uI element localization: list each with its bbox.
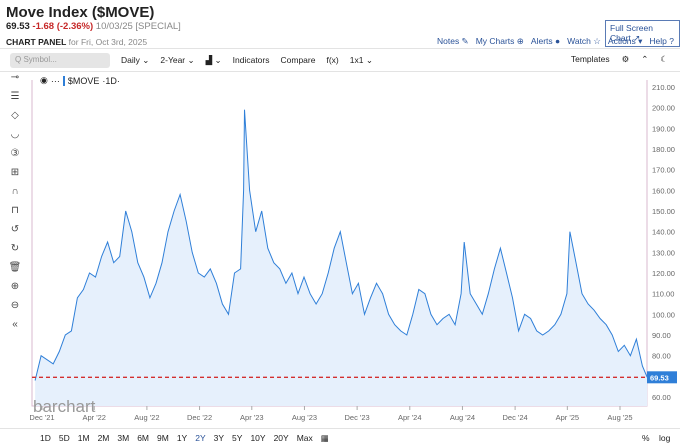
range-5y[interactable]: 5Y xyxy=(232,433,242,444)
redo-icon[interactable]: ↻ xyxy=(11,243,19,262)
barchart-logo: barchart xyxy=(33,397,96,416)
period-dropdown[interactable]: 2-Year ⌄ xyxy=(160,55,194,66)
range-10y[interactable]: 10Y xyxy=(250,433,265,444)
page-title: Move Index ($MOVE) xyxy=(6,4,155,21)
fx-button[interactable]: f(x) xyxy=(326,55,338,65)
x-tick-label: Aug '22 xyxy=(134,413,159,422)
range-max[interactable]: Max xyxy=(297,433,313,444)
zoom-out-icon[interactable]: ⊖ xyxy=(11,300,19,319)
range-9m[interactable]: 9M xyxy=(157,433,169,444)
trash-icon[interactable]: 🗑 xyxy=(9,262,22,281)
x-tick-label: Aug '25 xyxy=(607,413,632,422)
range-20y[interactable]: 20Y xyxy=(274,433,289,444)
alerts-link[interactable]: Alerts ● xyxy=(531,36,560,47)
x-tick-label: Dec '24 xyxy=(503,413,528,422)
log-toggle[interactable]: log xyxy=(659,433,670,443)
number-icon[interactable]: ③ xyxy=(11,148,20,167)
y-tick-label: 200.00 xyxy=(652,104,675,113)
compare-button[interactable]: Compare xyxy=(281,55,316,65)
x-tick-label: Aug '23 xyxy=(292,413,317,422)
curve-icon[interactable]: ◡ xyxy=(11,129,20,148)
range-3y[interactable]: 3Y xyxy=(214,433,224,444)
percent-toggle[interactable]: % xyxy=(642,433,650,443)
range-3m[interactable]: 3M xyxy=(117,433,129,444)
divider xyxy=(0,71,680,72)
price-change: -1.68 (-2.36%) xyxy=(32,21,94,32)
y-tick-label: 120.00 xyxy=(652,269,675,278)
last-value-label: 69.53 xyxy=(650,373,669,382)
y-tick-label: 100.00 xyxy=(652,310,675,319)
y-tick-label: 130.00 xyxy=(652,248,675,257)
y-tick-label: 170.00 xyxy=(652,166,675,175)
calendar-icon[interactable]: ▦ xyxy=(321,433,329,444)
y-tick-label: 190.00 xyxy=(652,124,675,133)
panel-date: for Fri, Oct 3rd, 2025 xyxy=(68,37,148,47)
x-tick-label: Apr '25 xyxy=(556,413,580,422)
y-tick-label: 210.00 xyxy=(652,83,675,92)
y-tick-label: 90.00 xyxy=(652,331,671,340)
notes-link[interactable]: Notes ✎ xyxy=(437,36,469,47)
interval-dropdown[interactable]: Daily ⌄ xyxy=(121,55,149,66)
range-2m[interactable]: 2M xyxy=(98,433,110,444)
range-1d[interactable]: 1D xyxy=(40,433,51,444)
quote-line: 69.53 -1.68 (-2.36%) 10/03/25 [SPECIAL] xyxy=(6,21,181,32)
x-tick-label: Dec '23 xyxy=(345,413,370,422)
chart-type-dropdown[interactable]: ▟ ⌄ xyxy=(206,55,222,66)
y-tick-label: 180.00 xyxy=(652,145,675,154)
y-tick-label: 110.00 xyxy=(652,290,674,299)
chart-toolbar: Q Symbol... Daily ⌄ 2-Year ⌄ ▟ ⌄ Indicat… xyxy=(0,50,680,70)
crosshair-icon[interactable]: ⊸ xyxy=(11,72,19,91)
price-chart[interactable]: 60.00 80.00 90.00 100.00 110.00 120.00 130.00 1… xyxy=(30,80,680,430)
indicators-button[interactable]: Indicators xyxy=(233,55,270,65)
magnet-icon[interactable]: ∩ xyxy=(11,186,18,205)
divider xyxy=(0,428,680,429)
x-tick-label: Apr '24 xyxy=(398,413,422,422)
moon-icon[interactable]: ☾ xyxy=(660,54,668,65)
range-2y[interactable]: 2Y xyxy=(195,433,205,444)
range-1y[interactable]: 1Y xyxy=(177,433,187,444)
range-6m[interactable]: 6M xyxy=(137,433,149,444)
series-area xyxy=(35,109,648,406)
range-5d[interactable]: 5D xyxy=(59,433,70,444)
templates-button[interactable]: Templates xyxy=(571,54,610,65)
x-tick-label: Dec '22 xyxy=(187,413,212,422)
watch-link[interactable]: Watch ☆ xyxy=(567,36,601,47)
x-tick-label: Apr '23 xyxy=(240,413,264,422)
y-tick-label: 140.00 xyxy=(652,228,675,237)
fib-icon[interactable]: ⊞ xyxy=(11,167,19,186)
last-price: 69.53 xyxy=(6,21,30,32)
my-charts-link[interactable]: My Charts ⊕ xyxy=(476,36,524,47)
drawing-tools: ⊸ ☰ ◇ ◡ ③ ⊞ ∩ ⊓ ↺ ↻ 🗑 ⊕ ⊖ « xyxy=(0,72,30,338)
actions-menu[interactable]: Actions ▾ xyxy=(608,36,643,47)
collapse-icon[interactable]: « xyxy=(12,319,18,338)
collapse-icon[interactable]: ⌃ xyxy=(641,54,648,65)
layout-dropdown[interactable]: 1x1 ⌄ xyxy=(350,55,373,66)
range-1m[interactable]: 1M xyxy=(78,433,90,444)
y-tick-label: 80.00 xyxy=(652,352,671,361)
help-link[interactable]: Help ? xyxy=(649,36,674,47)
y-tick-label: 60.00 xyxy=(652,393,671,402)
top-links: Notes ✎ My Charts ⊕ Alerts ● Watch ☆ Act… xyxy=(437,36,674,47)
y-tick-label: 160.00 xyxy=(652,186,675,195)
divider xyxy=(0,48,680,49)
list-icon[interactable]: ☰ xyxy=(11,91,20,110)
panel-title: CHART PANEL xyxy=(6,37,67,47)
quote-date: 10/03/25 [SPECIAL] xyxy=(95,21,181,32)
y-tick-label: 150.00 xyxy=(652,207,675,216)
undo-icon[interactable]: ↺ xyxy=(11,224,19,243)
shape-icon[interactable]: ◇ xyxy=(11,110,19,129)
x-tick-label: Aug '24 xyxy=(450,413,475,422)
gear-icon[interactable]: ⚙ xyxy=(622,54,630,65)
range-selector: 1D 5D 1M 2M 3M 6M 9M 1Y 2Y 3Y 5Y 10Y 20Y Max ▦ xyxy=(40,433,329,444)
symbol-search-input[interactable]: Q Symbol... xyxy=(10,52,110,68)
lock-icon[interactable]: ⊓ xyxy=(11,205,19,224)
zoom-in-icon[interactable]: ⊕ xyxy=(11,281,19,300)
chart-panel-label: CHART PANEL for Fri, Oct 3rd, 2025 xyxy=(6,37,147,47)
